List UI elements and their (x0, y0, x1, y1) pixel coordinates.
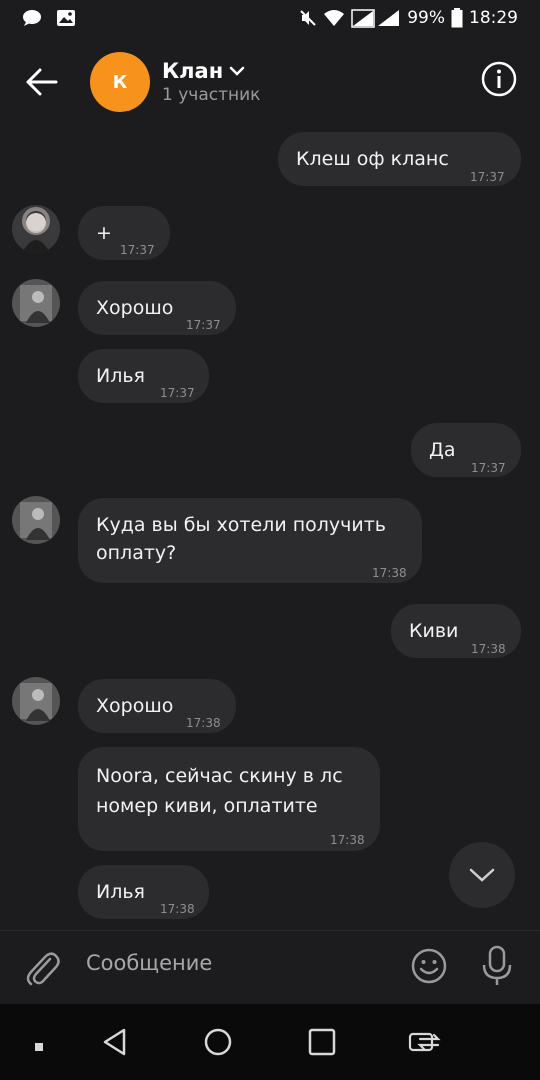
avatar-letter: К (112, 71, 128, 93)
system-navigation-bar (0, 1004, 540, 1080)
scroll-to-bottom-button[interactable] (449, 842, 515, 908)
back-button[interactable] (12, 52, 72, 112)
chat-subtitle: 1 участник (162, 85, 261, 105)
message-bubble-incoming[interactable]: Хорошо 17:37 (78, 281, 236, 335)
sender-avatar[interactable] (12, 677, 60, 725)
avatar-photo (12, 205, 60, 253)
message-text: + (96, 222, 112, 244)
chat-avatar[interactable]: К (90, 52, 150, 112)
message-text: Да (429, 439, 456, 461)
chat-title: Клан (162, 59, 224, 83)
attach-button[interactable] (24, 949, 60, 991)
nav-recents-button[interactable] (308, 1028, 336, 1060)
message-time: 17:37 (470, 170, 505, 184)
microphone-icon (482, 945, 512, 985)
sender-avatar[interactable] (12, 279, 60, 327)
message-time: 17:38 (186, 716, 221, 730)
chat-bubble-icon (22, 9, 42, 27)
image-icon (56, 9, 76, 27)
chat-title-block[interactable]: Клан 1 участник (162, 59, 260, 105)
message-text: Хорошо (96, 297, 174, 319)
message-bubble-incoming[interactable]: Noora, сейчас скину в лс номер киви, опл… (78, 747, 380, 851)
message-time: 17:37 (160, 386, 195, 400)
message-text: Куда вы бы хотели получить оплату? (96, 514, 386, 564)
message-text: Noora, сейчас скину в лс номер киви, опл… (96, 765, 343, 817)
message-bubble-outgoing[interactable]: Киви 17:38 (391, 604, 521, 658)
chevron-down-icon (229, 66, 245, 76)
message-bubble-incoming[interactable]: + 17:37 (78, 206, 170, 260)
message-bubble-incoming[interactable]: Куда вы бы хотели получить оплату? 17:38 (78, 498, 422, 583)
message-text: Илья (96, 365, 145, 387)
signal-icon (351, 8, 401, 28)
message-time: 17:38 (471, 642, 506, 656)
message-bubble-outgoing[interactable]: Клеш оф кланс 17:37 (278, 132, 521, 186)
back-arrow-icon (26, 68, 58, 96)
message-bubble-incoming[interactable]: Илья 17:38 (78, 865, 209, 919)
nav-recents-icon (308, 1028, 336, 1056)
nav-switch-icon (408, 1032, 441, 1052)
info-icon (481, 61, 517, 97)
message-bubble-incoming[interactable]: Илья 17:37 (78, 349, 209, 403)
wifi-icon (323, 9, 345, 27)
clock: 18:29 (469, 8, 518, 28)
battery-percent: 99% (407, 8, 445, 28)
message-text: Хорошо (96, 695, 174, 717)
nav-switch-button[interactable] (408, 1030, 442, 1058)
voice-button[interactable] (480, 945, 514, 991)
avatar-photo (12, 496, 60, 544)
message-time: 17:37 (471, 461, 506, 475)
message-time: 17:38 (330, 833, 365, 847)
nav-back-icon (103, 1028, 126, 1056)
emoji-button[interactable] (410, 947, 448, 989)
message-text: Киви (409, 620, 459, 642)
chevron-down-icon (469, 868, 495, 882)
avatar-photo (12, 677, 60, 725)
avatar-photo (12, 279, 60, 327)
nav-home-button[interactable] (204, 1028, 232, 1060)
message-text: Клеш оф кланс (296, 148, 449, 170)
info-button[interactable] (480, 60, 518, 98)
message-time: 17:37 (120, 243, 155, 257)
nav-home-icon (204, 1028, 232, 1056)
nav-dot-icon (35, 1043, 43, 1051)
chat-header: К Клан 1 участник (0, 44, 540, 120)
emoji-icon (411, 948, 447, 984)
message-composer: Сообщение (0, 930, 540, 1004)
sender-avatar[interactable] (12, 496, 60, 544)
status-bar: 99% 18:29 (0, 0, 540, 36)
mute-icon (299, 9, 317, 27)
message-time: 17:38 (160, 902, 195, 916)
nav-back-button[interactable] (102, 1028, 128, 1060)
paperclip-icon (26, 952, 60, 986)
nav-dot-button[interactable] (34, 1037, 44, 1056)
message-bubble-incoming[interactable]: Хорошо 17:38 (78, 679, 236, 733)
message-text: Илья (96, 881, 145, 903)
battery-icon (451, 8, 463, 28)
sender-avatar[interactable] (12, 205, 60, 253)
message-bubble-outgoing[interactable]: Да 17:37 (411, 423, 521, 477)
message-time: 17:37 (186, 318, 221, 332)
message-time: 17:38 (372, 566, 407, 580)
message-input[interactable]: Сообщение (86, 951, 212, 975)
